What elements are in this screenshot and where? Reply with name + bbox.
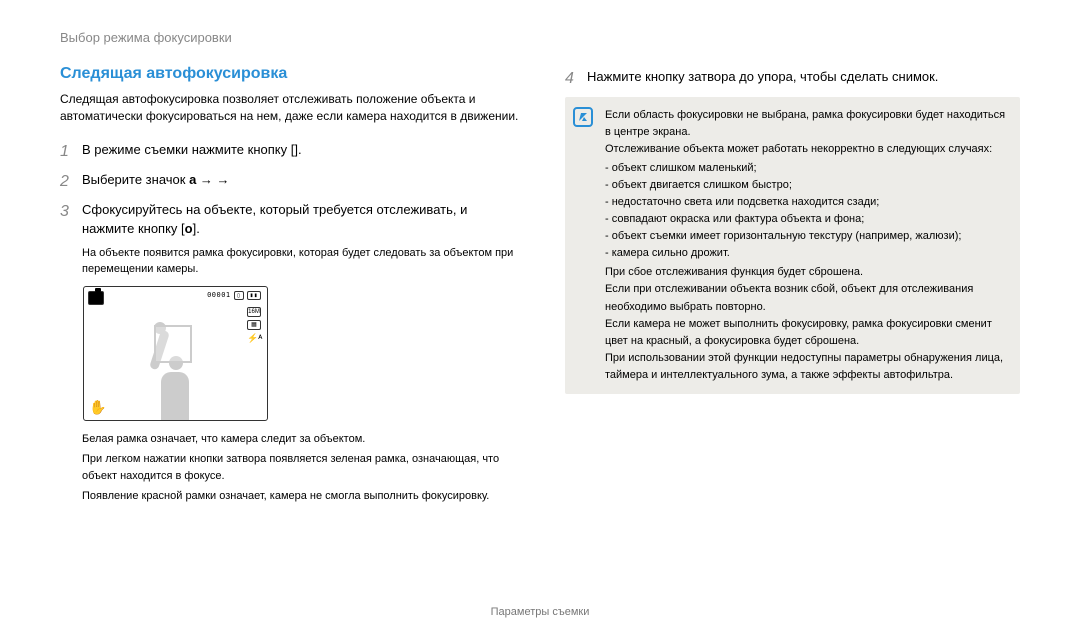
step-3: 3 Сфокусируйтесь на объекте, который тре…	[60, 200, 520, 239]
info-line: При использовании этой функции недоступн…	[605, 350, 1006, 384]
note-green: При легком нажатии кнопки затвора появля…	[82, 451, 520, 484]
step-4: 4 Нажмите кнопку затвора до упора, чтобы…	[565, 67, 1020, 91]
step-text: Выберите значок	[82, 172, 189, 187]
info-line: При сбое отслеживания функция будет сбро…	[605, 264, 1006, 281]
bold-key: o	[185, 221, 193, 236]
step-1: 1 В режиме съемки нажмите кнопку [ ].	[60, 140, 520, 164]
quality-icon: ▦	[247, 320, 261, 330]
step-number: 1	[60, 140, 74, 164]
section-title: Следящая автофокусировка	[60, 65, 520, 83]
flash-auto-icon: ⚡ᴬ	[247, 333, 261, 343]
intro-text: Следящая автофокусировка позволяет отсле…	[60, 91, 520, 126]
page-header: Выбор режима фокусировки	[60, 30, 1020, 45]
step-text-end: ].	[294, 142, 301, 157]
step-text: В режиме съемки нажмите кнопку [	[82, 142, 294, 157]
info-box: Если область фокусировки не выбрана, рам…	[565, 97, 1020, 394]
note-white: Белая рамка означает, что камера следит …	[82, 431, 520, 448]
camera-preview-illustration: 00001 ▯ ▮▮ 16M ▦ ⚡ᴬ	[83, 286, 268, 421]
info-bullet: объект двигается слишком быстро;	[605, 177, 1006, 194]
stabilization-icon: ✋	[89, 400, 103, 414]
camera-mode-icon	[88, 291, 104, 305]
step-number: 2	[60, 170, 74, 194]
sd-card-icon: ▯	[234, 291, 244, 300]
info-line: Если область фокусировки не выбрана, рам…	[605, 107, 1006, 141]
step-2: 2 Выберите значок a → →	[60, 170, 520, 194]
frame-color-notes: Белая рамка означает, что камера следит …	[82, 431, 520, 505]
battery-icon: ▮▮	[247, 291, 261, 300]
footer-text: Параметры съемки	[0, 606, 1080, 618]
step-text-end: ].	[193, 221, 200, 236]
focus-frame	[154, 325, 192, 363]
step-3-sub: На объекте появится рамка фокусировки, к…	[82, 245, 520, 278]
arrow: →	[213, 172, 233, 187]
preview-topbar: 00001 ▯ ▮▮	[207, 291, 261, 300]
info-bullet: совпадают окраска или фактура объекта и …	[605, 211, 1006, 228]
note-red: Появление красной рамки означает, камера…	[82, 488, 520, 505]
info-line: Если камера не может выполнить фокусиров…	[605, 316, 1006, 350]
info-bullet: объект съемки имеет горизонтальную текст…	[605, 228, 1006, 245]
shot-counter: 00001	[207, 291, 231, 299]
arrow: →	[196, 172, 213, 187]
step-number: 4	[565, 67, 579, 91]
info-bullet: объект слишком маленький;	[605, 160, 1006, 177]
info-bullet: недостаточно света или подсветка находит…	[605, 194, 1006, 211]
step-number: 3	[60, 200, 74, 239]
step-text: Сфокусируйтесь на объекте, который требу…	[82, 202, 467, 237]
info-bullet: камера сильно дрожит.	[605, 245, 1006, 262]
info-bullets: объект слишком маленький; объект двигает…	[605, 160, 1006, 262]
info-line: Отслеживание объекта может работать неко…	[605, 141, 1006, 158]
preview-side-icons: 16M ▦ ⚡ᴬ	[247, 307, 261, 343]
info-line: Если при отслеживании объекта возник сбо…	[605, 281, 1006, 315]
step-text: Нажмите кнопку затвора до упора, чтобы с…	[587, 67, 1020, 91]
info-icon	[573, 107, 593, 127]
resolution-badge: 16M	[247, 307, 261, 317]
